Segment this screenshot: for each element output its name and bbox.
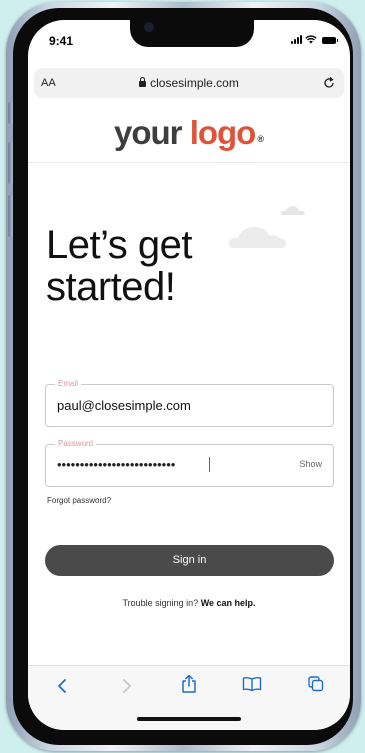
signal-icon [291, 35, 302, 44]
status-icons [291, 34, 338, 44]
password-field[interactable]: Password •••••••••••••••••••••••••• Show [45, 439, 334, 487]
tabs-icon[interactable] [308, 676, 324, 692]
email-value[interactable]: paul@closesimple.com [57, 398, 191, 413]
header-divider [28, 162, 350, 163]
camera-icon [144, 22, 154, 32]
phone-screen: 9:41 AA closesimple.com your logo ® Let’… [28, 20, 350, 730]
help-link[interactable]: We can help. [201, 598, 256, 608]
reload-icon[interactable] [322, 76, 336, 90]
home-indicator[interactable] [137, 717, 241, 721]
bookmarks-icon[interactable] [242, 676, 262, 692]
page-heading: Let’s get started! [46, 224, 326, 308]
heading-line-2: started! [46, 265, 176, 309]
password-label: Password [55, 439, 97, 448]
email-label: Email [55, 379, 82, 388]
lock-icon [139, 77, 147, 87]
wifi-icon [305, 35, 317, 44]
url-display[interactable]: closesimple.com [34, 76, 344, 90]
address-bar[interactable]: AA closesimple.com [34, 68, 344, 98]
password-value[interactable]: •••••••••••••••••••••••••• [57, 457, 175, 472]
battery-icon [322, 37, 338, 44]
status-time: 9:41 [49, 34, 74, 48]
back-icon[interactable] [56, 678, 68, 694]
sign-in-button[interactable]: Sign in [45, 545, 334, 576]
logo-word-your: your [114, 114, 183, 151]
heading-line-1: Let’s get [46, 223, 193, 267]
site-logo[interactable]: your logo ® [28, 113, 350, 153]
registered-mark: ® [257, 134, 264, 144]
text-caret [209, 457, 210, 472]
forward-icon[interactable] [121, 678, 133, 694]
share-icon[interactable] [181, 674, 197, 694]
url-text: closesimple.com [150, 76, 239, 90]
forgot-password-link[interactable]: Forgot password? [47, 496, 111, 505]
notch [130, 20, 254, 47]
show-password-button[interactable]: Show [299, 459, 322, 469]
logo-word-logo: logo [189, 114, 257, 151]
cloud-small-icon [280, 206, 305, 215]
trouble-signing-in: Trouble signing in? We can help. [28, 598, 350, 608]
email-field[interactable]: Email paul@closesimple.com [45, 379, 334, 427]
trouble-text: Trouble signing in? [122, 598, 199, 608]
